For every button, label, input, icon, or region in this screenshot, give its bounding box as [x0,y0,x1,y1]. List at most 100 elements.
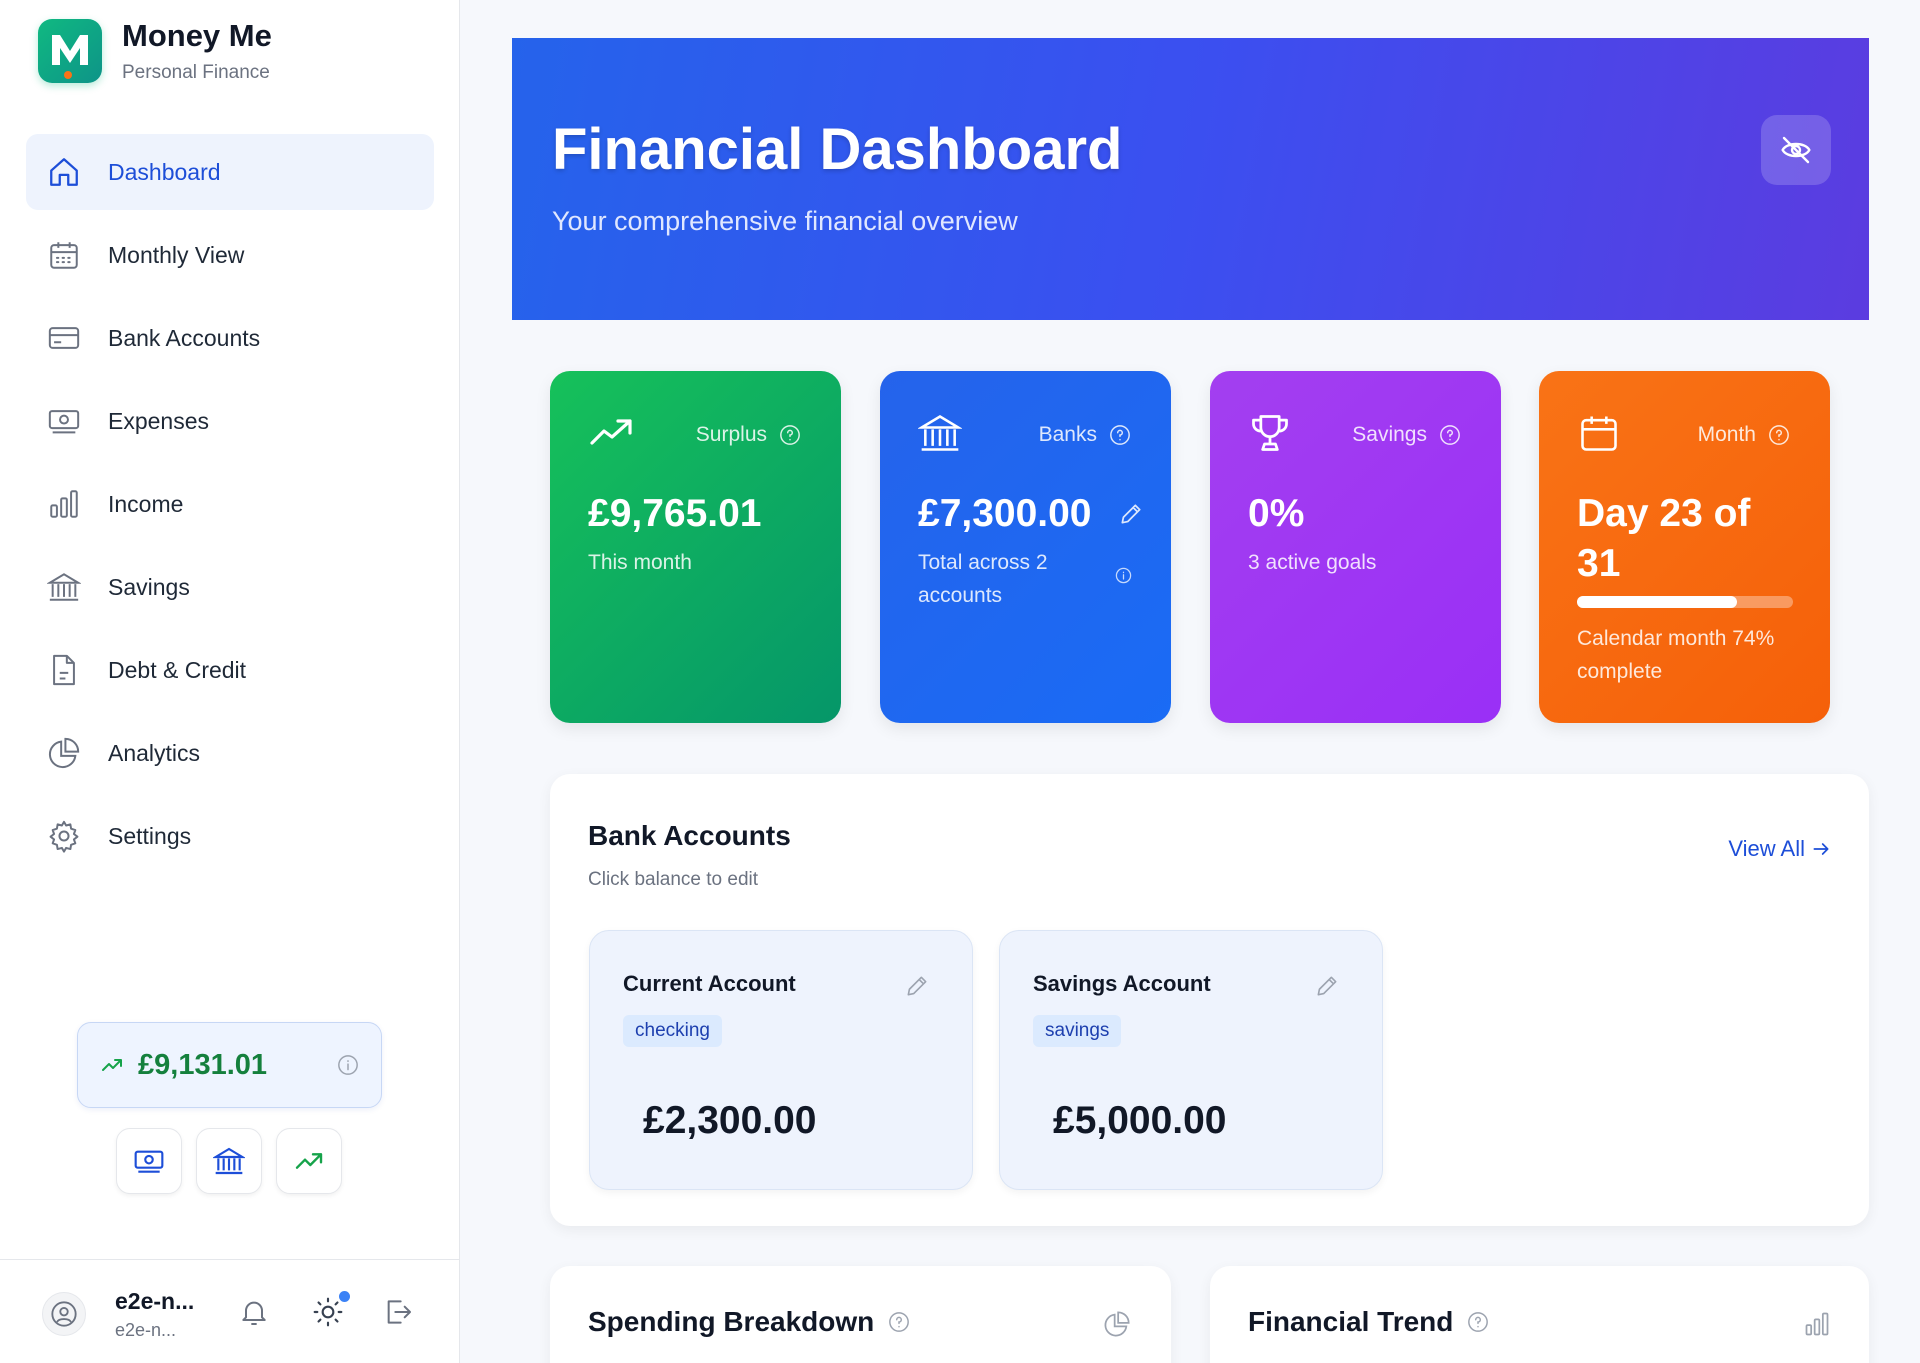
help-icon[interactable] [779,424,801,446]
stat-card-surplus[interactable]: Surplus £9,765.01 This month [550,371,841,723]
nav-item-dashboard[interactable]: Dashboard [26,134,434,210]
info-icon[interactable] [337,1054,359,1076]
stat-card-banks[interactable]: Banks £7,300.00 Total across 2 accounts [880,371,1171,723]
app-logo [38,19,102,83]
account-card-current[interactable]: Current Account checking £2,300.00 [589,930,973,1190]
panel-title: Bank Accounts [588,820,791,851]
stat-description: 3 active goals [1248,551,1377,574]
stat-description: This month [588,551,692,574]
panel-title: Financial Trend [1248,1306,1454,1337]
stat-label: Banks [1038,423,1097,446]
nav-label: Savings [108,573,190,600]
hide-values-button[interactable] [1761,115,1831,185]
account-name: Savings Account [1033,971,1211,996]
nav-label: Debt & Credit [108,656,247,683]
account-balance[interactable]: £2,300.00 [643,1099,817,1143]
quick-income-button[interactable] [276,1128,342,1194]
pencil-icon[interactable] [1314,973,1340,999]
arrow-right-icon [1811,839,1831,859]
quick-add-expense-button[interactable] [116,1128,182,1194]
stat-label: Savings [1352,423,1427,446]
view-all-link[interactable]: View All [1728,836,1831,862]
nav-item-monthly-view[interactable]: Monthly View [26,217,434,293]
nav-label: Dashboard [108,158,221,185]
nav-item-income[interactable]: Income [26,466,434,542]
bank-icon [918,411,962,455]
nav-item-savings[interactable]: Savings [26,549,434,625]
nav-label: Bank Accounts [108,324,261,351]
panel-subtitle: Click balance to edit [588,869,759,890]
stat-description: Calendar month 74% complete [1577,627,1775,683]
account-type-badge: savings [1033,1015,1122,1047]
sidebar-balance[interactable]: £9,131.01 [77,1022,382,1108]
stat-label: Month [1697,423,1756,446]
help-icon[interactable] [888,1311,910,1333]
account-name: Current Account [623,971,796,996]
info-icon[interactable] [1115,567,1132,584]
nav-item-bank-accounts[interactable]: Bank Accounts [26,300,434,376]
account-card-savings[interactable]: Savings Account savings £5,000.00 [999,930,1383,1190]
nav-label: Analytics [108,739,201,766]
sun-icon[interactable] [312,1296,344,1328]
document-icon [46,652,82,688]
stat-label: Surplus [695,423,767,446]
quick-bank-button[interactable] [196,1128,262,1194]
stat-value[interactable]: £7,300.00 [918,489,1092,539]
stat-card-month[interactable]: Month Day 23 of 31 Calendar month 74% co… [1539,371,1830,723]
sidebar: Money Me Personal Finance Dashboard Mont… [0,0,460,1363]
user-email: e2e-n... [115,1320,177,1340]
month-progress-fill [1577,596,1737,608]
pencil-icon[interactable] [1118,501,1144,527]
home-icon [46,154,82,190]
pencil-icon[interactable] [904,973,930,999]
page-subtitle: Your comprehensive financial overview [552,206,1018,236]
gear-icon [46,818,82,854]
stat-card-savings[interactable]: Savings 0% 3 active goals [1210,371,1501,723]
sidebar-footer: e2e-n... e2e-n... [0,1259,460,1363]
logout-icon[interactable] [382,1296,414,1328]
nav-item-expenses[interactable]: Expenses [26,383,434,459]
spending-breakdown-panel: Spending Breakdown [550,1266,1171,1363]
trending-up-icon [100,1053,124,1077]
account-balance[interactable]: £5,000.00 [1053,1099,1227,1143]
nav-item-settings[interactable]: Settings [26,798,434,874]
eye-off-icon [1780,134,1812,166]
calendar-icon [1577,411,1621,455]
bar-chart-icon [46,486,82,522]
nav-label: Income [108,490,184,517]
pie-chart-icon [46,735,82,771]
avatar[interactable] [42,1292,86,1336]
stat-value: £9,765.01 [588,492,762,535]
app-name: Money Me [122,18,272,53]
stat-description: Total across 2 accounts [918,551,1048,607]
banknote-icon [46,403,82,439]
panel-title: Spending Breakdown [588,1306,875,1337]
trophy-icon [1248,411,1292,455]
user-name: e2e-n... [115,1288,195,1314]
credit-card-icon [46,320,82,356]
stat-value: Day 23 of 31 [1577,492,1751,585]
stat-value: 0% [1248,492,1305,535]
bank-icon [213,1145,245,1177]
help-icon[interactable] [1768,424,1790,446]
view-all-label: View All [1728,836,1805,861]
bank-accounts-panel: Bank Accounts Click balance to edit View… [550,774,1869,1226]
page-title: Financial Dashboard [552,117,1123,182]
trending-up-icon [588,411,636,451]
bell-icon[interactable] [238,1296,270,1328]
help-icon[interactable] [1439,424,1461,446]
help-icon[interactable] [1467,1311,1489,1333]
nav-item-analytics[interactable]: Analytics [26,715,434,791]
help-icon[interactable] [1109,424,1131,446]
calendar-icon [46,237,82,273]
pie-chart-icon [1103,1310,1131,1338]
nav-label: Settings [108,822,192,849]
nav-item-debt-credit[interactable]: Debt & Credit [26,632,434,708]
trending-up-icon [293,1145,325,1177]
financial-trend-panel: Financial Trend [1210,1266,1869,1363]
notification-dot [339,1291,350,1302]
main-nav: Dashboard Monthly View Bank Accounts Exp… [26,134,434,881]
brand[interactable]: Money Me Personal Finance [38,18,272,84]
bank-icon [46,569,82,605]
app-subtitle: Personal Finance [122,62,270,83]
